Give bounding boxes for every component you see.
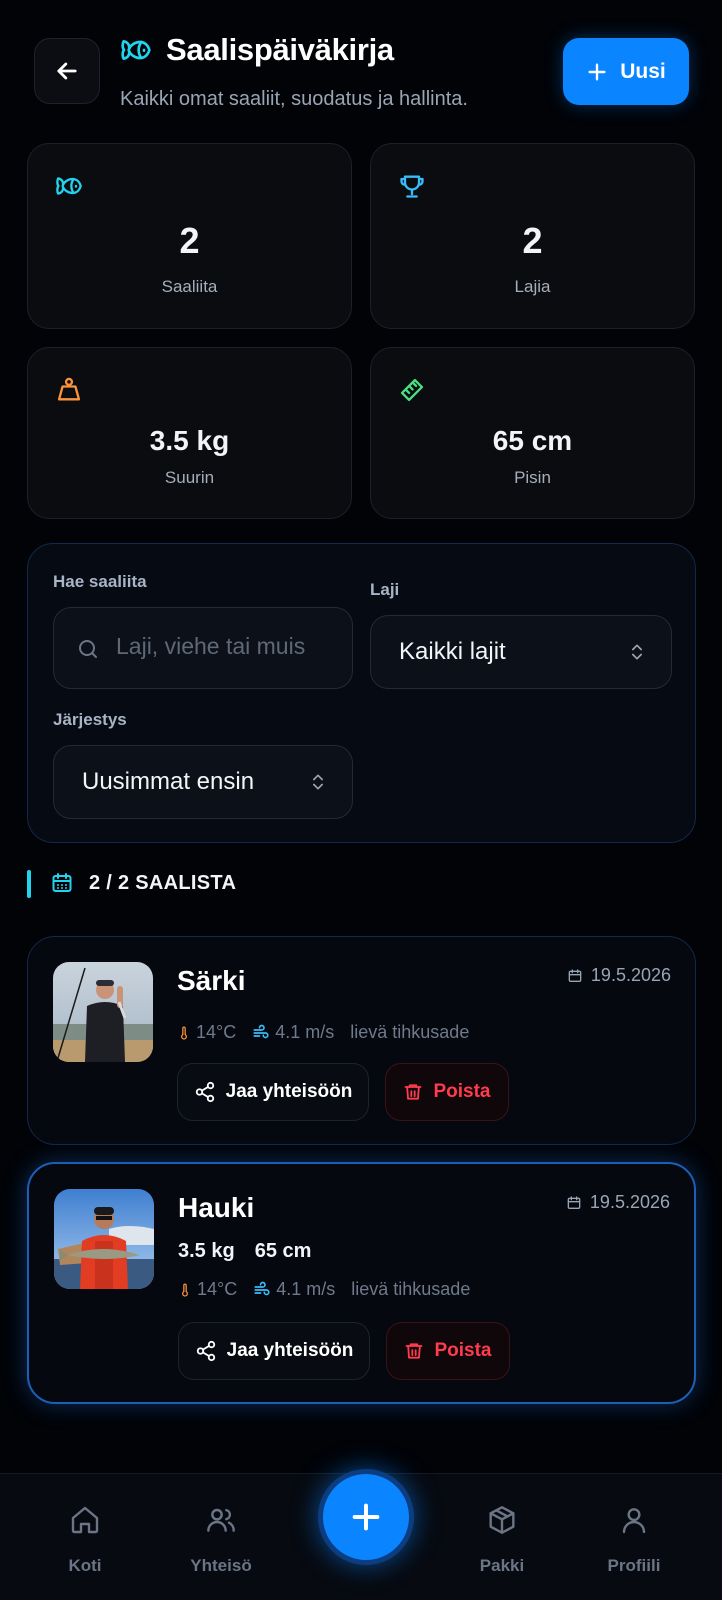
order-select[interactable]: Uusimmat ensin (53, 745, 353, 819)
catch-length: 65 cm (254, 1240, 312, 1262)
stat-card-biggest: 3.5 kg Suurin (27, 347, 352, 519)
trash-icon (405, 1084, 422, 1100)
species-select[interactable]: Kaikki lajit (370, 615, 672, 689)
catch-date: 19.5.2026 (567, 965, 671, 986)
calendar-icon (567, 1195, 581, 1209)
new-catch-button[interactable]: Uusi (563, 38, 689, 105)
box-icon (489, 1506, 515, 1534)
search-placeholder: Laji, viehe tai muis (116, 633, 306, 659)
share-button[interactable]: Jaa yhteisöön (177, 1063, 369, 1121)
catch-temperature: 14°C (196, 1022, 237, 1042)
nav-item-profile[interactable]: Profiili (574, 1474, 694, 1600)
stat-label: Saaliita (161, 277, 218, 296)
new-catch-label: Uusi (620, 59, 666, 83)
catch-conditions: lievä tihkusade (351, 1279, 471, 1299)
catch-date-text: 19.5.2026 (590, 965, 671, 985)
stat-card-longest: 65 cm Pisin (370, 347, 695, 519)
community-icon (207, 1508, 235, 1532)
profile-icon (622, 1508, 646, 1534)
catch-weather: 14°C 4.1 m/s lievä tihkusade (177, 1022, 469, 1043)
fish-icon (121, 40, 151, 60)
trophy-icon (400, 175, 424, 198)
arrow-left-icon (57, 62, 77, 80)
wind-icon (254, 1281, 270, 1295)
share-label: Jaa yhteisöön (226, 1340, 354, 1361)
catch-wind: 4.1 m/s (276, 1279, 336, 1299)
search-icon (79, 640, 97, 658)
species-select-value: Kaikki lajit (399, 638, 506, 665)
fish-icon (56, 177, 82, 195)
section-accent-bar (27, 870, 31, 898)
delete-label: Poista (433, 1081, 491, 1102)
home-icon (71, 1506, 99, 1534)
stat-value: 3.5 kg (149, 425, 230, 456)
catch-temperature: 14°C (197, 1279, 238, 1299)
plus-icon (588, 62, 606, 81)
page-subtitle: Kaikki omat saaliit, suodatus ja hallint… (120, 88, 468, 110)
catch-wind: 4.1 m/s (275, 1022, 335, 1042)
delete-button[interactable]: Poista (386, 1322, 510, 1380)
title-row: Saalispäiväkirja (120, 32, 394, 68)
catch-species: Hauki (178, 1192, 255, 1223)
catch-photo (54, 1189, 154, 1289)
trash-icon (406, 1343, 423, 1359)
plus-icon (352, 1503, 380, 1531)
catch-weight: 3.5 kg (178, 1240, 235, 1262)
wind-icon (253, 1024, 269, 1038)
thermometer-icon (181, 1026, 187, 1040)
catch-card[interactable]: Hauki 19.5.2026 3.5 kg 65 cm 14°C 4.1 m/… (27, 1162, 696, 1404)
back-button[interactable] (34, 38, 100, 104)
catch-conditions: lievä tihkusade (350, 1022, 470, 1042)
order-select-value: Uusimmat ensin (82, 768, 255, 795)
page-title: Saalispäiväkirja (166, 32, 394, 67)
nav-label: Koti (68, 1556, 102, 1575)
stat-card-catches: 2 Saaliita (27, 143, 352, 329)
stat-label: Pisin (514, 468, 551, 487)
nav-label: Profiili (607, 1556, 661, 1575)
stat-value: 2 (179, 220, 200, 261)
nav-item-home[interactable]: Koti (25, 1474, 145, 1600)
nav-label: Yhteisö (190, 1556, 252, 1575)
catch-weather: 14°C 4.1 m/s lievä tihkusade (178, 1279, 470, 1300)
catch-diary-page: Saalispäiväkirja Kaikki omat saaliit, su… (0, 0, 722, 1600)
chevron-updown-icon (632, 644, 642, 660)
stat-value: 65 cm (492, 425, 573, 456)
catch-measurements: 3.5 kg 65 cm (178, 1240, 311, 1263)
thermometer-icon (182, 1283, 188, 1297)
stat-label: Lajia (514, 277, 551, 296)
nav-item-community[interactable]: Yhteisö (161, 1474, 281, 1600)
stat-card-species: 2 Lajia (370, 143, 695, 329)
search-label: Hae saaliita (53, 572, 147, 591)
catch-photo (53, 962, 153, 1062)
search-input[interactable]: Laji, viehe tai muis (53, 607, 353, 689)
calendar-icon (568, 968, 582, 982)
delete-label: Poista (434, 1340, 492, 1361)
nav-item-tackle[interactable]: Pakki (442, 1474, 562, 1600)
weight-icon (57, 377, 81, 401)
filter-panel: Hae saaliita Laji, viehe tai muis Laji K… (27, 543, 696, 843)
stat-label: Suurin (164, 468, 215, 487)
results-count: 2 / 2 SAALISTA (89, 872, 237, 894)
ruler-icon (400, 378, 424, 402)
catch-date: 19.5.2026 (566, 1192, 670, 1213)
nav-label: Pakki (479, 1556, 525, 1575)
add-catch-fab[interactable] (318, 1469, 414, 1565)
species-label: Laji (370, 580, 400, 599)
catch-date-text: 19.5.2026 (589, 1192, 670, 1212)
delete-button[interactable]: Poista (385, 1063, 509, 1121)
share-icon (195, 1081, 214, 1103)
share-icon (196, 1340, 215, 1362)
catch-card[interactable]: Särki 19.5.2026 14°C 4.1 m/s lievä tihku… (27, 936, 696, 1145)
catch-species: Särki (177, 965, 246, 996)
calendar-icon (52, 873, 72, 892)
chevron-updown-icon (313, 774, 323, 790)
share-button[interactable]: Jaa yhteisöön (178, 1322, 370, 1380)
order-label: Järjestys (53, 710, 127, 729)
stat-value: 2 (522, 220, 543, 261)
share-label: Jaa yhteisöön (225, 1081, 353, 1102)
